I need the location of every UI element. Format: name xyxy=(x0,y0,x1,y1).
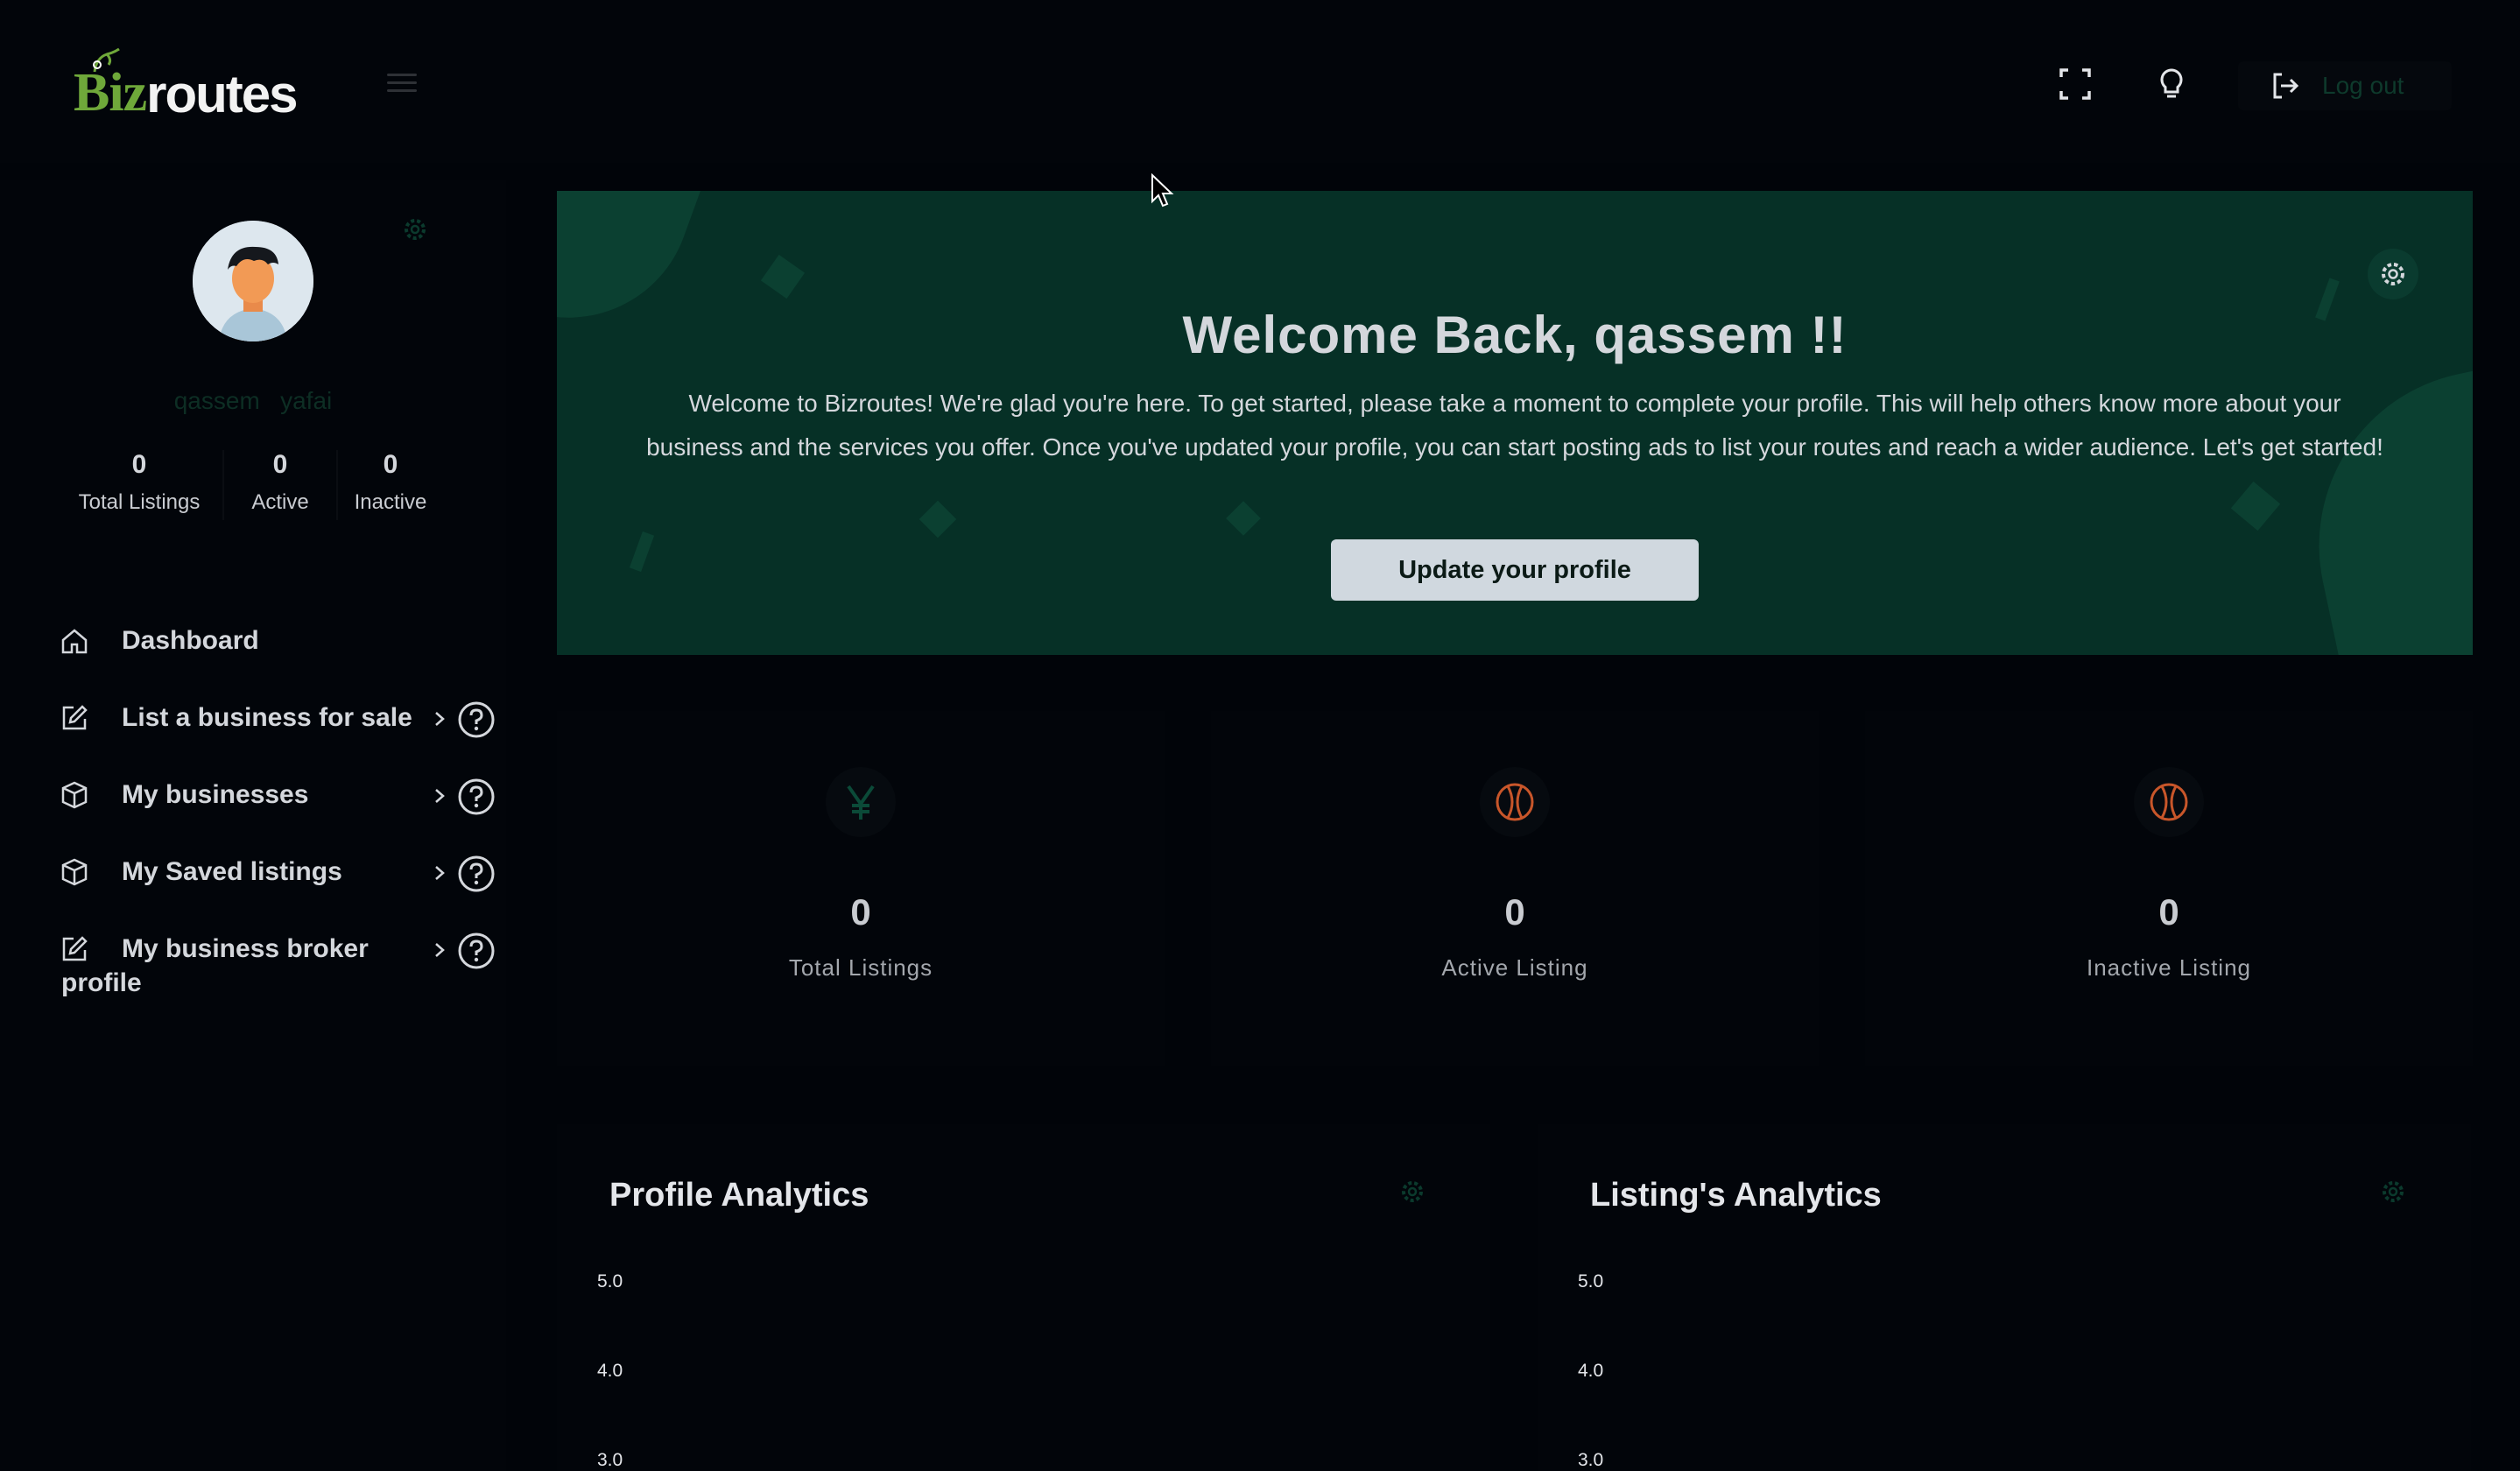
panel-title: Listing's Analytics xyxy=(1590,1177,1882,1214)
sidebar: qassem yafai 0 Total Listings 0 Active 0… xyxy=(0,180,506,1471)
logout-button[interactable]: Log out xyxy=(2238,61,2452,110)
sidebar-item-saved-listings[interactable]: My Saved listings xyxy=(60,853,342,891)
top-header: Biz routes Log out xyxy=(0,0,2520,163)
card-label: Active Listing xyxy=(1441,954,1588,981)
mouse-cursor-icon xyxy=(1151,173,1174,208)
sidebar-item-label: My Saved listings xyxy=(122,857,342,886)
y-axis-tick: 4.0 xyxy=(597,1361,623,1381)
welcome-message: Welcome to Bizroutes! We're glad you're … xyxy=(646,390,2383,461)
edit-icon xyxy=(62,705,88,730)
sidebar-item-label: List a business for sale xyxy=(122,703,412,732)
sidebar-item-label-continued: profile xyxy=(61,968,142,997)
user-avatar-icon xyxy=(193,221,313,341)
sidebar-item-dashboard[interactable]: Dashboard xyxy=(60,622,259,660)
card-label: Total Listings xyxy=(788,954,933,981)
basketball-icon xyxy=(2150,783,2188,821)
welcome-title: Welcome Back, qassem !! xyxy=(1182,306,1848,364)
lightbulb-icon[interactable] xyxy=(2154,67,2189,102)
yen-icon xyxy=(847,785,875,820)
y-axis-tick: 5.0 xyxy=(597,1271,623,1292)
sidebar-item-label: My business broker xyxy=(122,934,369,963)
listings-analytics-panel: Listing's Analytics 5.0 4.0 3.0 xyxy=(1538,1124,2471,1471)
card-icon-circle xyxy=(1480,767,1550,837)
sidebar-item-label: My businesses xyxy=(122,780,309,809)
y-axis-tick: 5.0 xyxy=(1578,1271,1604,1292)
help-icon[interactable] xyxy=(457,932,496,970)
divider xyxy=(222,450,224,520)
logo-text-routes: routes xyxy=(146,65,298,123)
y-axis-tick: 3.0 xyxy=(1578,1450,1604,1470)
gear-icon xyxy=(2382,263,2404,285)
settings-gear-icon[interactable] xyxy=(401,215,429,243)
banner-settings-button[interactable] xyxy=(2368,249,2418,299)
box-icon xyxy=(61,781,88,809)
y-axis-tick: 4.0 xyxy=(1578,1361,1604,1381)
sprout-icon xyxy=(93,47,120,73)
card-icon-circle xyxy=(826,767,896,837)
menu-toggle-icon[interactable] xyxy=(387,74,417,96)
card-value: 0 xyxy=(850,891,871,933)
sidebar-item-label: Dashboard xyxy=(122,626,259,655)
chevron-right-icon[interactable] xyxy=(431,786,448,806)
basketball-icon xyxy=(1496,783,1534,821)
stat-active: 0 Active xyxy=(251,450,309,514)
chevron-right-icon[interactable] xyxy=(431,709,448,728)
stat-total-listings: 0 Total Listings xyxy=(78,450,201,514)
welcome-banner: Welcome Back, qassem !! Welcome to Bizro… xyxy=(557,191,2473,655)
gear-icon[interactable] xyxy=(1397,1177,1427,1207)
avatar[interactable] xyxy=(193,221,313,341)
sidebar-item-list-business[interactable]: List a business for sale xyxy=(60,699,412,737)
banner-decoration xyxy=(629,531,655,573)
banner-decoration xyxy=(760,254,806,299)
help-icon[interactable] xyxy=(457,700,496,739)
gear-icon[interactable] xyxy=(2378,1177,2408,1207)
card-label: Inactive Listing xyxy=(2087,954,2251,981)
panel-title: Profile Analytics xyxy=(609,1177,869,1214)
sidebar-item-my-businesses[interactable]: My businesses xyxy=(60,776,308,814)
user-name: qassem yafai xyxy=(173,387,333,414)
card-value: 0 xyxy=(2158,891,2179,933)
fullscreen-icon[interactable] xyxy=(2058,67,2093,102)
banner-decoration xyxy=(1226,501,1261,536)
chevron-right-icon[interactable] xyxy=(431,940,448,960)
card-total-listings: 0 Total Listings xyxy=(557,711,1165,1066)
card-active-listing: 0 Active Listing xyxy=(1211,711,1819,1066)
divider xyxy=(336,450,338,520)
logout-label: Log out xyxy=(2322,72,2404,99)
home-icon xyxy=(61,629,88,654)
box-icon xyxy=(61,858,88,886)
help-icon[interactable] xyxy=(457,778,496,816)
card-value: 0 xyxy=(1504,891,1525,933)
edit-icon xyxy=(62,936,88,961)
update-profile-button[interactable]: Update your profile xyxy=(1331,539,1699,601)
banner-decoration xyxy=(919,500,957,538)
sidebar-item-broker-profile[interactable]: My business broker xyxy=(60,930,369,968)
stat-inactive: 0 Inactive xyxy=(354,450,427,514)
logout-icon xyxy=(2273,73,2299,99)
card-icon-circle xyxy=(2134,767,2204,837)
help-icon[interactable] xyxy=(457,855,496,893)
bizroutes-logo[interactable]: Biz routes xyxy=(74,46,298,124)
chevron-right-icon[interactable] xyxy=(431,863,448,883)
card-inactive-listing: 0 Inactive Listing xyxy=(1865,711,2473,1066)
banner-decoration xyxy=(2230,481,2281,531)
y-axis-tick: 3.0 xyxy=(597,1450,623,1470)
profile-analytics-panel: Profile Analytics 5.0 4.0 3.0 xyxy=(557,1124,1490,1471)
